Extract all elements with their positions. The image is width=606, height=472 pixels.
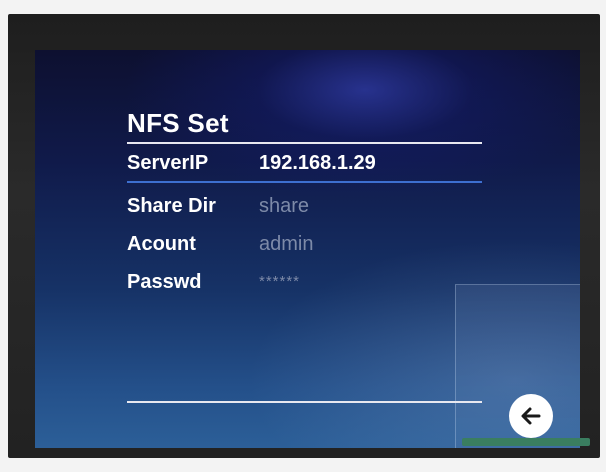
arrow-left-icon (521, 407, 541, 425)
device-screen: NFS Set ServerIP 192.168.1.29 Share Dir … (35, 50, 580, 448)
account-label: Acount (127, 233, 196, 255)
server-ip-label: ServerIP (127, 152, 209, 174)
server-ip-focus-underline (127, 181, 482, 183)
password-value[interactable]: ****** (259, 273, 300, 290)
bottom-divider (127, 401, 482, 403)
title-divider (127, 142, 482, 144)
device-indicator-strip (462, 438, 590, 446)
password-label: Passwd (127, 271, 202, 293)
share-dir-value[interactable]: share (259, 195, 309, 218)
server-ip-value[interactable]: 192.168.1.29 (259, 152, 376, 175)
account-value[interactable]: admin (259, 233, 313, 256)
back-button[interactable] (509, 394, 553, 438)
share-dir-label: Share Dir (127, 195, 216, 217)
page-title: NFS Set (127, 108, 229, 138)
